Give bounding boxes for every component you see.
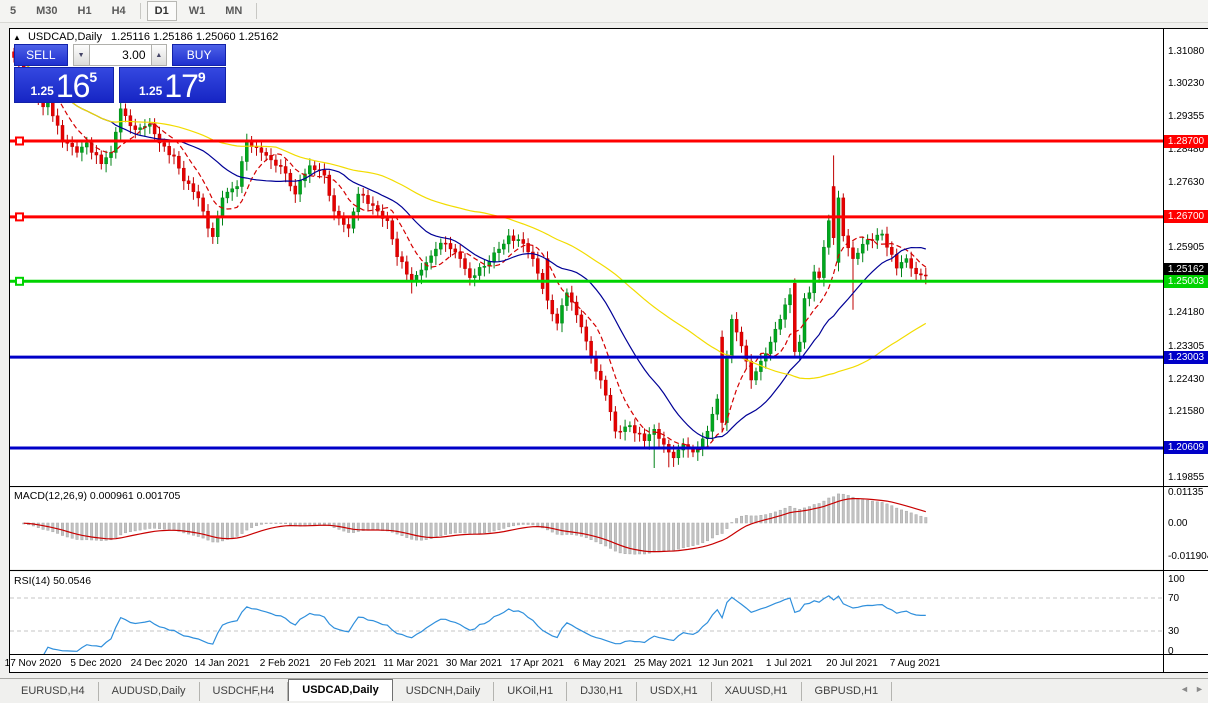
- sell-price-big: 16: [55, 68, 91, 104]
- chart-symbol-title: USDCAD,Daily: [27, 31, 102, 43]
- date-axis-label: 12 Jun 2021: [698, 658, 754, 669]
- price-badge-1.28700: 1.28700: [1164, 135, 1208, 148]
- date-axis-label: 17 Nov 2020: [4, 658, 62, 669]
- timeframe-button-m30[interactable]: M30: [28, 1, 65, 21]
- sell-price-display[interactable]: 1.25 16 5: [14, 67, 114, 103]
- price-axis-label: 1.29355: [1168, 111, 1208, 122]
- price-badge-1.23003: 1.23003: [1164, 351, 1208, 364]
- sell-button[interactable]: SELL: [14, 44, 68, 66]
- timeframe-button-mn[interactable]: MN: [217, 1, 250, 21]
- tab-scroll-left-icon[interactable]: ◄: [1180, 684, 1189, 694]
- ma-55-line: [23, 62, 927, 380]
- chart-tab-bar: EURUSD,H4 AUDUSD,Daily USDCHF,H4 USDCAD,Dai…: [0, 678, 1208, 701]
- quote-header: ▲ USDCAD,Daily 1.25116 1.25186 1.25060 1…: [13, 31, 278, 43]
- price-axis-label: 1.22430: [1168, 374, 1208, 385]
- timeframe-button-w1[interactable]: W1: [181, 1, 214, 21]
- ma-21-line: [23, 62, 926, 440]
- date-separator: [9, 654, 1208, 655]
- date-axis-label: 11 Mar 2021: [383, 658, 439, 669]
- rsi-axis-label: 100: [1168, 574, 1208, 585]
- chart-tab-usdchf[interactable]: USDCHF,H4: [200, 682, 289, 701]
- date-axis-label: 1 Jul 2021: [765, 658, 813, 669]
- price-axis-label: 1.24180: [1168, 307, 1208, 318]
- date-axis-label: 14 Jan 2021: [194, 658, 250, 669]
- price-badge-1.20609: 1.20609: [1164, 441, 1208, 454]
- volume-increase-button[interactable]: ▲: [150, 44, 168, 66]
- macd-pane[interactable]: [10, 488, 1163, 569]
- volume-input[interactable]: [89, 44, 151, 66]
- hline-handle[interactable]: [15, 136, 24, 146]
- volume-decrease-button[interactable]: ▼: [72, 44, 90, 66]
- chart-tab-gbpusd[interactable]: GBPUSD,H1: [802, 682, 893, 701]
- macd-axis-label: -0.011904: [1168, 551, 1208, 562]
- toolbar-separator: [139, 3, 141, 19]
- timeframe-button-d1[interactable]: D1: [146, 1, 177, 21]
- date-axis-label: 20 Jul 2021: [826, 658, 878, 669]
- rsi-axis-label: 70: [1168, 593, 1208, 604]
- macd-histogram: [22, 493, 928, 555]
- sell-price-sup: 5: [89, 69, 98, 85]
- chart-tab-ukoil[interactable]: UKOil,H1: [494, 682, 568, 701]
- price-axis-label: 1.30230: [1168, 78, 1208, 89]
- chart-marker-icon: ▲: [13, 33, 21, 42]
- candlesticks: [12, 47, 928, 468]
- buy-price-display[interactable]: 1.25 17 9: [118, 67, 226, 104]
- rsi-pane[interactable]: [10, 572, 1163, 654]
- buy-button[interactable]: BUY: [172, 44, 226, 66]
- chart-tab-usdx[interactable]: USDX,H1: [637, 682, 712, 701]
- rsi-label: RSI(14) 50.0546: [14, 575, 92, 587]
- macd-separator[interactable]: [9, 486, 1208, 487]
- rsi-axis-label: 30: [1168, 626, 1208, 637]
- price-axis-label: 1.31080: [1168, 46, 1208, 57]
- date-axis-label: 25 May 2021: [634, 658, 692, 669]
- chart-ohlc-values: 1.25116 1.25186 1.25060 1.25162: [111, 31, 279, 43]
- rsi-line: [43, 595, 926, 654]
- rsi-axis-label: 0: [1168, 646, 1208, 657]
- one-click-trade-panel: SELL ▼ ▲ BUY 1.25 16 5 1.25 17 9: [14, 44, 226, 103]
- macd-svg[interactable]: [10, 488, 1163, 569]
- chart-tab-eurusd[interactable]: EURUSD,H4: [8, 682, 99, 701]
- chart-tab-audusd[interactable]: AUDUSD,Daily: [99, 682, 200, 701]
- hline-handle[interactable]: [15, 276, 24, 286]
- price-axis-label: 1.25905: [1168, 242, 1208, 253]
- macd-axis-label: 0.00: [1168, 518, 1208, 529]
- timeframe-button-h1[interactable]: H1: [70, 1, 100, 21]
- chart-border-bottom: [9, 672, 1208, 673]
- chart-tab-usdcnh[interactable]: USDCNH,Daily: [393, 682, 495, 701]
- mt4-window: 5 M30 H1 H4 D1 W1 MN ▲ USDCAD,Daily 1.25116 1.…: [0, 0, 1208, 703]
- price-badge-1.26700: 1.26700: [1164, 210, 1208, 223]
- chart-tab-xauusd[interactable]: XAUUSD,H1: [712, 682, 802, 701]
- price-badge-1.25003: 1.25003: [1164, 275, 1208, 288]
- rsi-svg[interactable]: [10, 572, 1163, 654]
- price-axis-label: 1.21580: [1168, 406, 1208, 417]
- chart-tab-usdcad[interactable]: USDCAD,Daily: [288, 679, 393, 701]
- buy-price-big: 17: [164, 68, 199, 104]
- toolbar-separator: [256, 3, 258, 19]
- date-axis-label: 20 Feb 2021: [319, 658, 377, 669]
- timeframe-button-h4[interactable]: H4: [104, 1, 134, 21]
- buy-price-sup: 9: [197, 69, 206, 85]
- date-axis-label: 6 May 2021: [573, 658, 627, 669]
- rsi-separator[interactable]: [9, 570, 1208, 571]
- chart-border-left: [9, 28, 10, 673]
- date-axis-label: 30 Mar 2021: [445, 658, 503, 669]
- macd-axis-label: 0.01135: [1168, 487, 1208, 498]
- hline-handle[interactable]: [15, 212, 24, 222]
- date-axis-label: 2 Feb 2021: [259, 658, 311, 669]
- timeframe-button-5[interactable]: 5: [2, 1, 24, 21]
- date-axis-label: 17 Apr 2021: [510, 658, 564, 669]
- date-axis-label: 5 Dec 2020: [70, 658, 122, 669]
- sell-price-prefix: 1.25: [30, 84, 54, 98]
- tab-scroll-right-icon[interactable]: ►: [1195, 684, 1204, 694]
- buy-price-prefix: 1.25: [138, 84, 163, 98]
- chart-border-top: [9, 28, 1208, 29]
- timeframe-toolbar: 5 M30 H1 H4 D1 W1 MN: [0, 0, 1208, 23]
- ma-8-line: [23, 62, 927, 451]
- price-axis-label: 1.27630: [1168, 177, 1208, 188]
- macd-label: MACD(12,26,9) 0.000961 0.001705: [14, 490, 181, 502]
- chart-tab-dj30[interactable]: DJ30,H1: [567, 682, 637, 701]
- date-axis-label: 7 Aug 2021: [889, 658, 941, 669]
- price-axis-label: 1.19855: [1168, 472, 1208, 483]
- date-axis-label: 24 Dec 2020: [130, 658, 188, 669]
